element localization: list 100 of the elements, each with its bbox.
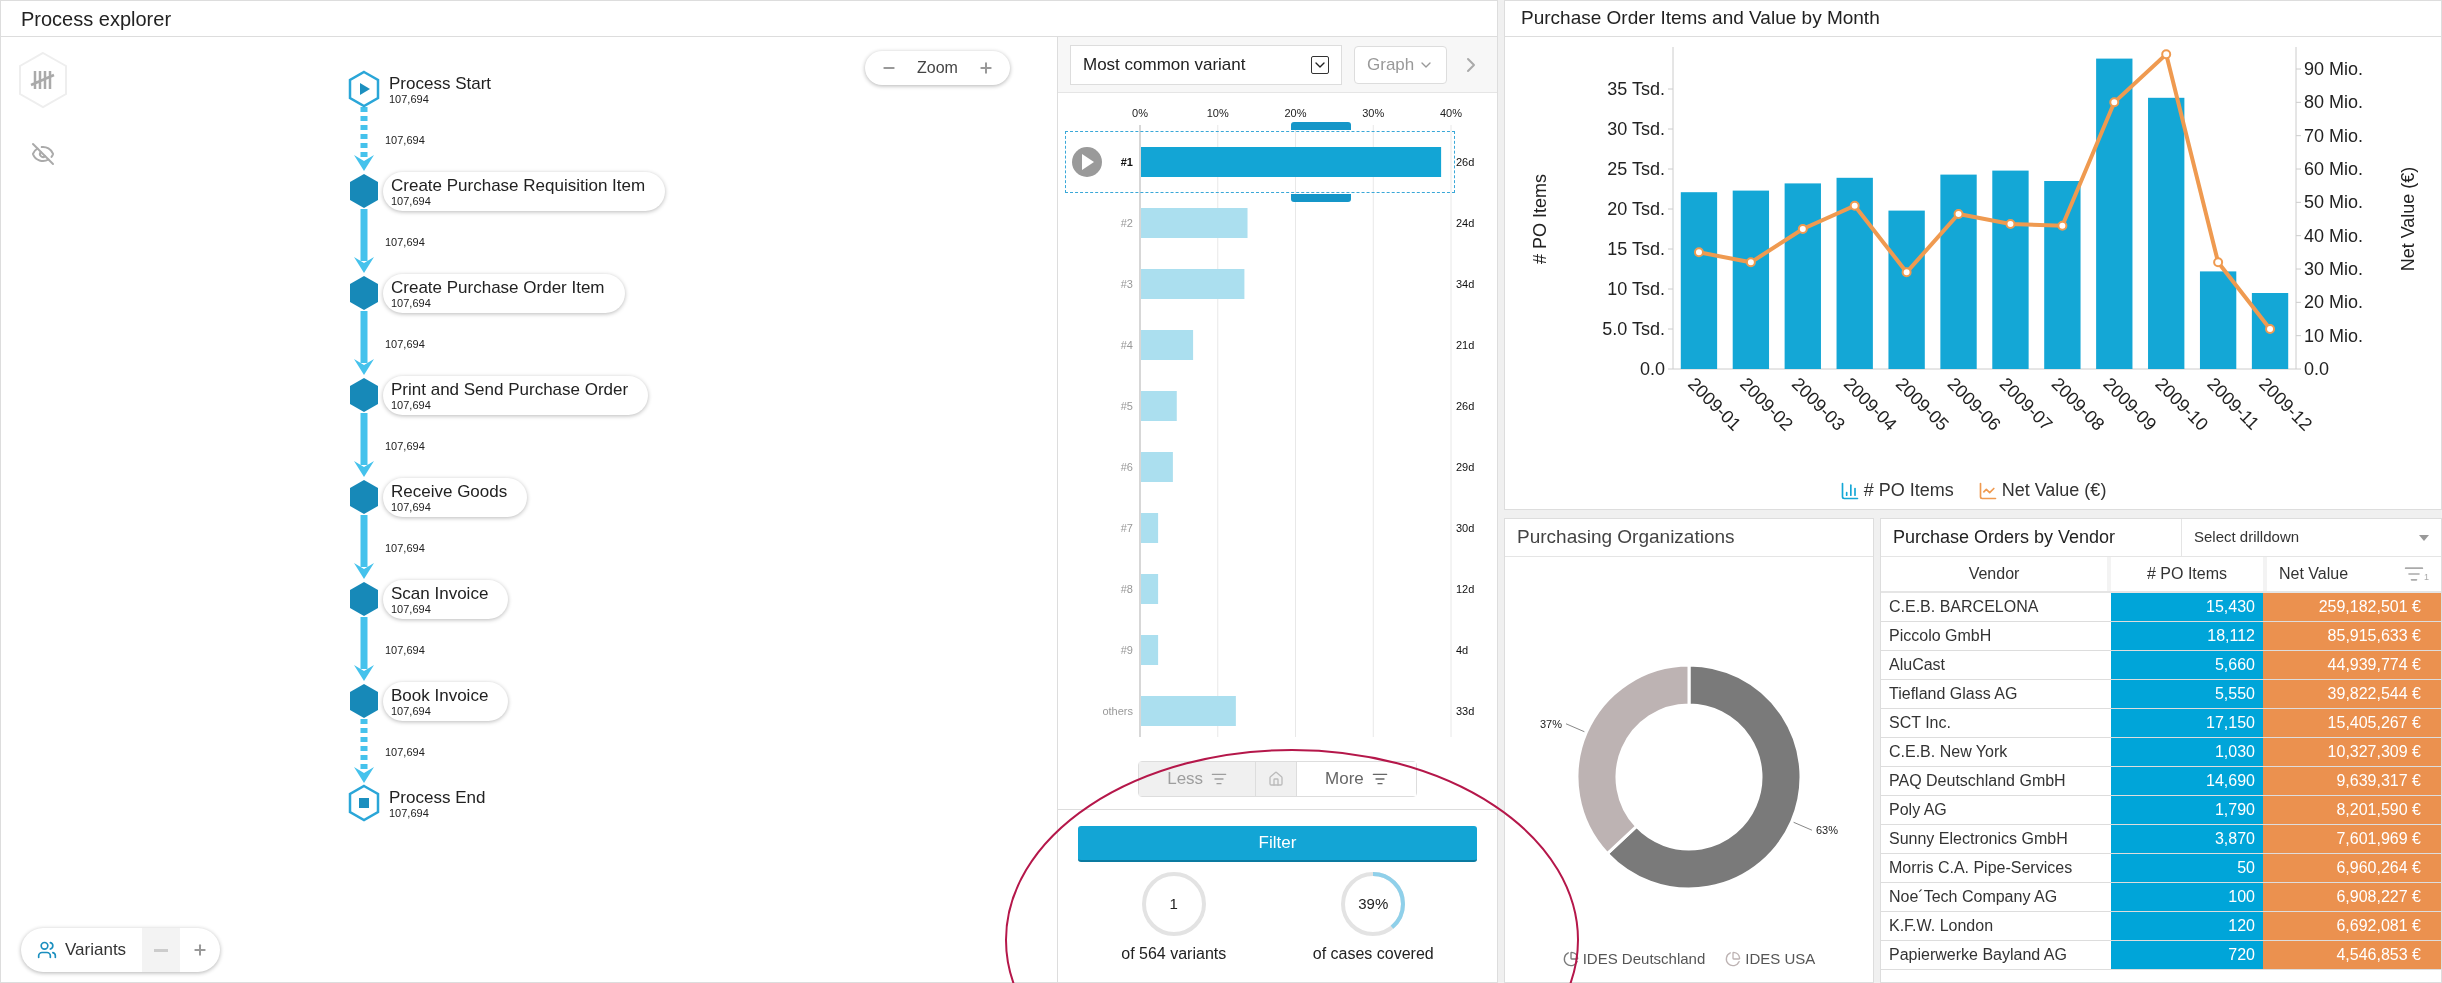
hexagon-icon (347, 274, 381, 312)
hexagon-icon (347, 682, 381, 720)
table-cell: 259,182,501 € (2263, 593, 2441, 621)
data-point (2160, 49, 2171, 60)
edge-count: 107,694 (385, 438, 425, 454)
table-cell: 18,112 (2111, 622, 2263, 650)
minus-icon (154, 948, 169, 952)
activity-node[interactable]: Receive Goods 107,694 (383, 477, 528, 517)
activity-node[interactable]: Create Purchase Requisition Item 107,694 (383, 171, 666, 211)
dropdown-icon (1311, 55, 1329, 74)
leader-line (1565, 723, 1585, 733)
data-point (1797, 224, 1808, 234)
variant-duration: 29d (1455, 461, 1474, 473)
table-cell: 10,327,309 € (2263, 738, 2441, 766)
activity-name: Receive Goods (391, 481, 508, 501)
case-count: 107,694 (391, 500, 432, 513)
table-cell: 50 (2111, 854, 2263, 882)
selection-handle[interactable] (1290, 122, 1351, 130)
variant-label: #9 (1120, 644, 1133, 656)
bar-chart-icon (1839, 480, 1860, 501)
variant-duration: 12d (1455, 583, 1474, 595)
decrease-button[interactable] (142, 928, 181, 972)
column-header[interactable]: Vendor (1881, 557, 2107, 591)
data-point (2056, 220, 2067, 231)
case-count: 107,694 (391, 296, 432, 309)
variant-duration: 26d (1455, 400, 1474, 412)
axis-tick-label: 70 Mio. (2303, 125, 2363, 146)
slice-label: 63% (1816, 824, 1838, 837)
variants-button[interactable]: Variants (21, 928, 143, 972)
column-header[interactable]: Net Value 1 (2267, 557, 2441, 591)
variant-bar[interactable] (1140, 208, 1247, 238)
selection-handle[interactable] (1290, 194, 1351, 202)
flow-arrow (353, 719, 375, 785)
home-icon (1268, 771, 1285, 787)
panel-title: Purchase Order Items and Value by Month (1521, 6, 1880, 31)
axis-tick-label: 60 Mio. (2303, 159, 2363, 179)
flow-arrow (353, 413, 375, 479)
variant-select[interactable]: Most common variant (1070, 44, 1342, 85)
variant-bar[interactable] (1140, 452, 1173, 482)
axis-tick-label: 0.0 (1639, 359, 1665, 379)
table-cell: 720 (2111, 941, 2263, 969)
activity-name: Process Start (389, 73, 492, 93)
column-header[interactable]: # PO Items (2111, 557, 2263, 591)
legend-label: # PO Items (1863, 479, 1954, 502)
variant-bar[interactable] (1140, 391, 1177, 421)
data-point (1745, 257, 1756, 268)
table-cell: 3,870 (2111, 825, 2263, 853)
edge-count: 107,694 (385, 642, 425, 658)
table-cell: 17,150 (2111, 709, 2263, 737)
slice-label: 37% (1540, 717, 1562, 730)
table-cell: 6,960,264 € (2263, 854, 2441, 882)
table-cell: 5,550 (2111, 680, 2263, 708)
table-cell: 100 (2111, 883, 2263, 911)
play-button[interactable] (1071, 147, 1102, 177)
table-cell: 44,939,774 € (2263, 651, 2441, 679)
activity-node[interactable]: Book Invoice 107,694 (383, 681, 509, 721)
activity-node[interactable]: Create Purchase Order Item 107,694 (383, 273, 625, 313)
table-cell: 4,546,853 € (2263, 941, 2441, 969)
zoom-label: Zoom (917, 58, 958, 78)
drilldown-select[interactable]: Select drilldown (2181, 519, 2441, 556)
variant-label: #8 (1120, 583, 1133, 595)
activity-node[interactable]: Scan Invoice 107,694 (383, 579, 509, 619)
axis-tick-label: 5.0 Tsd. (1601, 319, 1665, 339)
variant-duration: 30d (1455, 522, 1474, 534)
axis-tick-label: 20% (1284, 107, 1306, 119)
edge-count: 107,694 (385, 336, 425, 352)
variant-bar[interactable] (1140, 696, 1236, 726)
table-cell: 8,201,590 € (2263, 796, 2441, 824)
home-button[interactable] (1255, 762, 1298, 796)
edge-count: 107,694 (385, 132, 425, 148)
activity-name: Scan Invoice (391, 583, 489, 603)
variant-label: others (1101, 705, 1133, 717)
variant-duration: 34d (1455, 278, 1474, 290)
variant-bar[interactable] (1140, 269, 1244, 299)
variant-bar[interactable] (1140, 330, 1193, 360)
variant-label: #3 (1120, 278, 1133, 290)
axis-tick-label: 90 Mio. (2303, 59, 2363, 79)
flow-arrow (353, 311, 375, 377)
table-cell: 14,690 (2111, 767, 2263, 795)
variant-label: #7 (1120, 522, 1133, 534)
hexagon-icon (347, 376, 381, 414)
activity-name: Book Invoice (391, 685, 489, 705)
tally-button[interactable] (17, 51, 69, 109)
zoom-in-icon[interactable] (977, 60, 994, 76)
line-chart-icon (1977, 480, 1998, 501)
edge-count: 107,694 (385, 744, 425, 760)
variant-duration: 26d (1455, 156, 1474, 168)
legend-label: Net Value (€) (2001, 479, 2107, 502)
leader-line (1793, 821, 1813, 831)
axis-tick-label: 20 Mio. (2303, 292, 2363, 313)
flow-arrow (353, 107, 375, 173)
edge-count: 107,694 (385, 234, 425, 250)
hexagon-icon (347, 478, 381, 516)
activity-node[interactable]: Print and Send Purchase Order 107,694 (383, 375, 649, 415)
pie-icon (1562, 950, 1579, 967)
data-point (1693, 247, 1704, 258)
variant-label: #5 (1120, 400, 1133, 412)
stat-value: 39% (1358, 895, 1389, 913)
variant-label: #4 (1120, 339, 1133, 351)
eye-off-icon (31, 142, 55, 166)
